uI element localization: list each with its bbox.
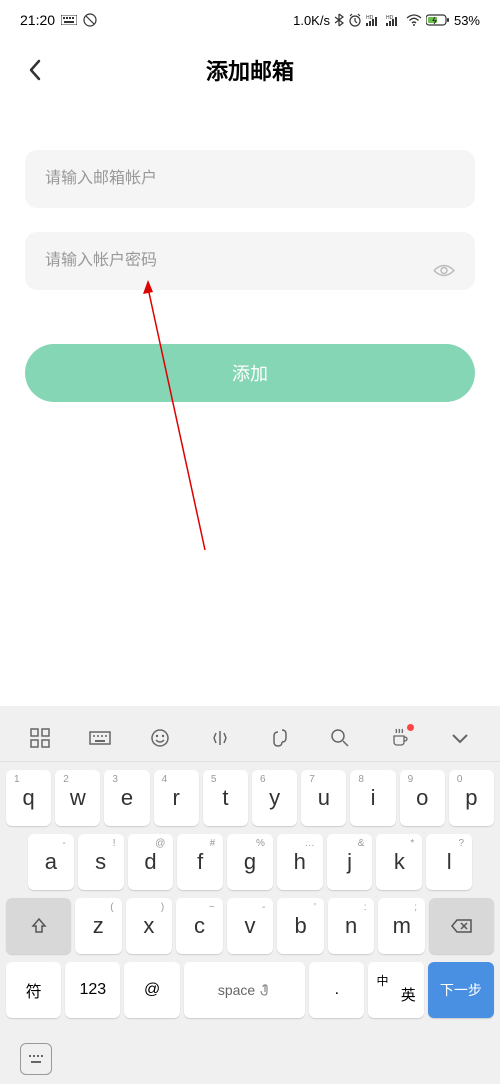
kb-cursor-icon[interactable] bbox=[200, 718, 240, 758]
status-battery: 53% bbox=[454, 13, 480, 28]
kb-clipboard-icon[interactable] bbox=[260, 718, 300, 758]
key-s[interactable]: !s bbox=[78, 834, 124, 890]
key-symbol[interactable]: 符 bbox=[6, 962, 61, 1018]
no-disturb-icon bbox=[83, 13, 97, 27]
key-delete[interactable] bbox=[429, 898, 494, 954]
key-next[interactable]: 下一步 bbox=[428, 962, 494, 1018]
page-title: 添加邮箱 bbox=[206, 54, 294, 86]
kb-collapse-icon[interactable] bbox=[440, 718, 480, 758]
key-k[interactable]: *k bbox=[376, 834, 422, 890]
wifi-icon bbox=[406, 14, 422, 26]
key-z[interactable]: (z bbox=[75, 898, 122, 954]
kb-keyboard-icon[interactable] bbox=[80, 718, 120, 758]
back-button[interactable] bbox=[20, 55, 50, 85]
kb-coffee-icon[interactable] bbox=[380, 718, 420, 758]
key-i[interactable]: 8i bbox=[350, 770, 395, 826]
signal-icon-2: HD bbox=[386, 14, 402, 26]
status-time: 21:20 bbox=[20, 12, 55, 28]
key-shift[interactable] bbox=[6, 898, 71, 954]
key-h[interactable]: …h bbox=[277, 834, 323, 890]
key-f[interactable]: #f bbox=[177, 834, 223, 890]
key-m[interactable]: ;m bbox=[378, 898, 425, 954]
keyboard-switch-icon[interactable] bbox=[20, 1043, 52, 1075]
add-button[interactable]: 添加 bbox=[25, 344, 475, 402]
key-y[interactable]: 6y bbox=[252, 770, 297, 826]
key-e[interactable]: 3e bbox=[104, 770, 149, 826]
key-a[interactable]: -a bbox=[28, 834, 74, 890]
key-v[interactable]: -v bbox=[227, 898, 274, 954]
key-b[interactable]: 'b bbox=[277, 898, 324, 954]
key-r[interactable]: 4r bbox=[154, 770, 199, 826]
key-language[interactable]: 中英 bbox=[368, 962, 423, 1018]
status-bar: 21:20 1.0K/s HD HD 53% bbox=[0, 0, 500, 40]
alarm-icon bbox=[348, 13, 362, 27]
key-numbers[interactable]: 123 bbox=[65, 962, 120, 1018]
battery-icon bbox=[426, 14, 450, 26]
kb-emoji-icon[interactable] bbox=[140, 718, 180, 758]
key-g[interactable]: %g bbox=[227, 834, 273, 890]
key-dot[interactable]: . bbox=[309, 962, 364, 1018]
kb-search-icon[interactable] bbox=[320, 718, 360, 758]
signal-icon-1: HD bbox=[366, 14, 382, 26]
key-p[interactable]: 0p bbox=[449, 770, 494, 826]
key-c[interactable]: ~c bbox=[176, 898, 223, 954]
key-o[interactable]: 9o bbox=[400, 770, 445, 826]
form-content: 添加 bbox=[0, 100, 500, 402]
keyboard: 1q2w3e4r5t6y7u8i9o0p -a!s@d#f%g…h&j*k?l … bbox=[0, 706, 500, 1084]
key-j[interactable]: &j bbox=[327, 834, 373, 890]
key-d[interactable]: @d bbox=[128, 834, 174, 890]
status-speed: 1.0K/s bbox=[293, 13, 330, 28]
key-w[interactable]: 2w bbox=[55, 770, 100, 826]
bluetooth-icon bbox=[334, 13, 344, 27]
nav-bar: 添加邮箱 bbox=[0, 40, 500, 100]
toggle-password-icon[interactable] bbox=[433, 263, 455, 284]
keyboard-status-icon bbox=[61, 15, 77, 25]
key-t[interactable]: 5t bbox=[203, 770, 248, 826]
key-q[interactable]: 1q bbox=[6, 770, 51, 826]
kb-grid-icon[interactable] bbox=[20, 718, 60, 758]
key-at[interactable]: @ bbox=[124, 962, 179, 1018]
password-input[interactable] bbox=[25, 232, 475, 290]
key-l[interactable]: ?l bbox=[426, 834, 472, 890]
key-n[interactable]: :n bbox=[328, 898, 375, 954]
key-u[interactable]: 7u bbox=[301, 770, 346, 826]
keyboard-toolbar bbox=[0, 714, 500, 762]
key-space[interactable]: space bbox=[184, 962, 306, 1018]
key-x[interactable]: )x bbox=[126, 898, 173, 954]
email-input[interactable] bbox=[25, 150, 475, 208]
